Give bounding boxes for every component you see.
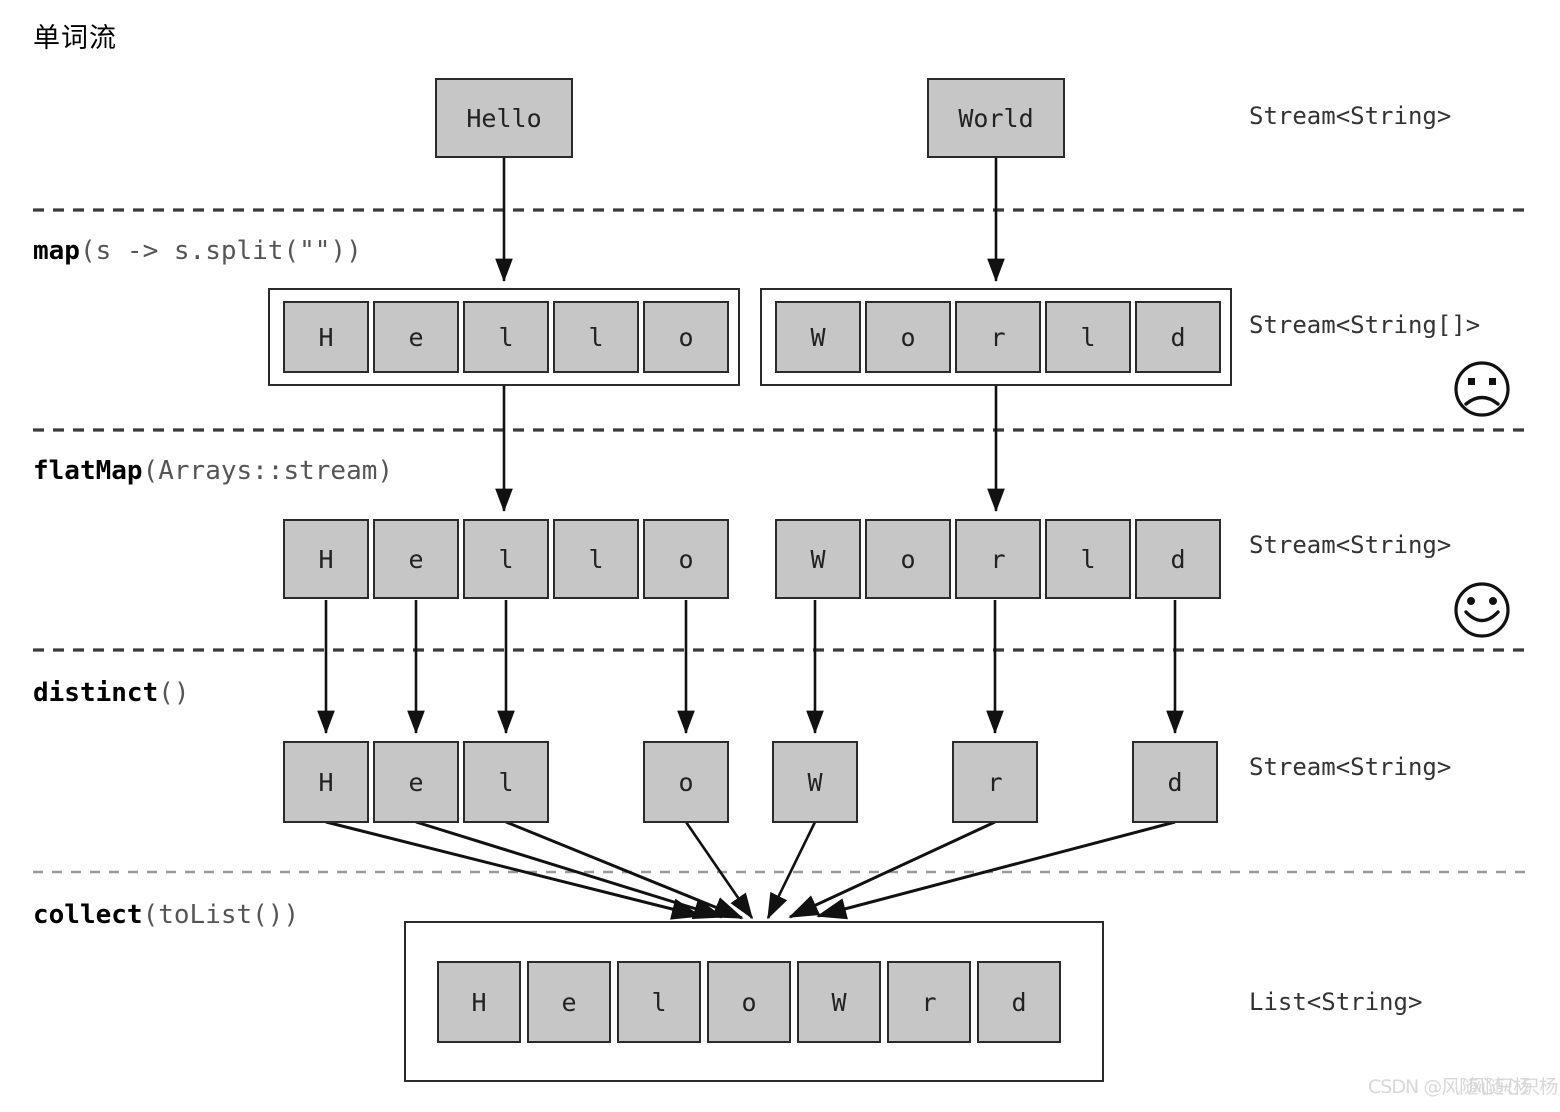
- stage-label-collect: collect(toList()): [33, 900, 299, 930]
- array-cell[interactable]: r: [955, 301, 1041, 373]
- collect-cell[interactable]: e: [527, 961, 611, 1043]
- arrows-distinct-to-collect: [325, 820, 1176, 920]
- stage-fn-map: map: [33, 236, 80, 266]
- collect-cell[interactable]: l: [617, 961, 701, 1043]
- source-word-hello[interactable]: Hello: [435, 78, 573, 158]
- array-cell[interactable]: l: [1045, 301, 1131, 373]
- sad-face-icon: [1454, 361, 1510, 417]
- distinct-cell[interactable]: W: [772, 741, 858, 823]
- flatmap-cell[interactable]: l: [553, 519, 639, 599]
- array-cell[interactable]: H: [283, 301, 369, 373]
- flatmap-cell[interactable]: r: [955, 519, 1041, 599]
- stage-fn-collect: collect: [33, 900, 143, 930]
- type-label-map: Stream<String[]>: [1249, 311, 1481, 339]
- collect-cell[interactable]: r: [887, 961, 971, 1043]
- stage-args-collect: (toList()): [142, 900, 300, 930]
- flatmap-cell[interactable]: l: [1045, 519, 1131, 599]
- type-label-source: Stream<String>: [1249, 102, 1452, 130]
- stage-args-map: (s -> s.split("")): [79, 236, 362, 266]
- distinct-cell[interactable]: e: [373, 741, 459, 823]
- page-title: 单词流: [33, 23, 117, 54]
- collect-cell[interactable]: o: [707, 961, 791, 1043]
- distinct-cell[interactable]: o: [643, 741, 729, 823]
- array-cell[interactable]: d: [1135, 301, 1221, 373]
- flatmap-cell[interactable]: H: [283, 519, 369, 599]
- array-cell[interactable]: l: [463, 301, 549, 373]
- flatmap-cell[interactable]: W: [775, 519, 861, 599]
- stage-label-map: map(s -> s.split("")): [33, 236, 362, 266]
- stage-args-distinct: (): [158, 678, 190, 708]
- collect-cell[interactable]: d: [977, 961, 1061, 1043]
- array-cell[interactable]: W: [775, 301, 861, 373]
- flatmap-cell[interactable]: o: [865, 519, 951, 599]
- distinct-cell[interactable]: r: [952, 741, 1038, 823]
- stage-args-flatmap: (Arrays::stream): [142, 456, 394, 486]
- stage-label-distinct: distinct(): [33, 678, 190, 708]
- arrows-source-to-map: [495, 158, 1005, 283]
- csdn-watermark: CSDN @风随心只杨风随心只杨: [1368, 1072, 1558, 1099]
- happy-face-icon: [1454, 582, 1510, 638]
- source-word-world[interactable]: World: [927, 78, 1065, 158]
- arrows-flatmap-to-distinct: [317, 600, 1184, 735]
- collect-cell[interactable]: H: [437, 961, 521, 1043]
- diagram-canvas: 单词流 map(s -> s.split("")) flatMap(Arrays…: [0, 0, 1560, 1112]
- flatmap-cell[interactable]: o: [643, 519, 729, 599]
- stage-fn-flatmap: flatMap: [33, 456, 143, 486]
- distinct-cell[interactable]: l: [463, 741, 549, 823]
- array-cell[interactable]: o: [865, 301, 951, 373]
- arrows-map-to-flatmap: [495, 386, 1005, 513]
- flatmap-cell[interactable]: e: [373, 519, 459, 599]
- collect-cell[interactable]: W: [797, 961, 881, 1043]
- type-label-distinct: Stream<String>: [1249, 753, 1452, 781]
- stage-fn-distinct: distinct: [33, 678, 159, 708]
- array-cell[interactable]: l: [553, 301, 639, 373]
- distinct-cell[interactable]: H: [283, 741, 369, 823]
- distinct-cell[interactable]: d: [1132, 741, 1218, 823]
- watermark-line-2: 风随心只杨: [1467, 1076, 1558, 1098]
- type-label-collect: List<String>: [1249, 988, 1423, 1016]
- array-cell[interactable]: o: [643, 301, 729, 373]
- stage-label-flatmap: flatMap(Arrays::stream): [33, 456, 393, 486]
- flatmap-cell[interactable]: l: [463, 519, 549, 599]
- flatmap-cell[interactable]: d: [1135, 519, 1221, 599]
- array-cell[interactable]: e: [373, 301, 459, 373]
- type-label-flatmap: Stream<String>: [1249, 531, 1452, 559]
